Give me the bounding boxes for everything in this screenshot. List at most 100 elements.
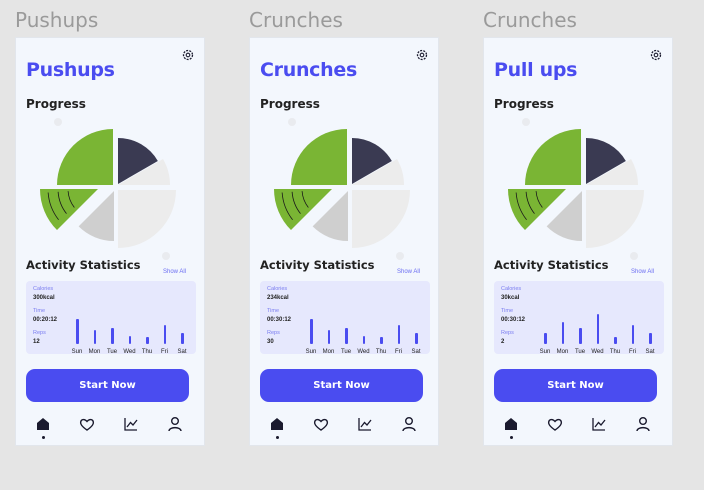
progress-heading: Progress bbox=[260, 97, 320, 111]
day-label: Tue bbox=[340, 349, 352, 355]
stats-card: Calories 300kcal Time 00:20:12 Reps 12 Sun Mon T… bbox=[26, 281, 196, 355]
calories-value: 30kcal bbox=[501, 295, 520, 301]
day-bar bbox=[146, 337, 149, 344]
day-bar bbox=[93, 330, 96, 344]
day-bar bbox=[544, 333, 547, 344]
show-all-link[interactable]: Show All bbox=[631, 269, 654, 275]
chart-nav-button[interactable] bbox=[356, 415, 374, 433]
stats-card: Calories 234kcal Time 00:30:12 Reps 30 Sun Mon T… bbox=[260, 281, 430, 355]
heart-nav-button[interactable] bbox=[312, 415, 330, 433]
calories-value: 300kcal bbox=[33, 295, 55, 301]
home-nav-button[interactable] bbox=[502, 415, 520, 433]
reps-value: 30 bbox=[267, 339, 274, 345]
day-bar bbox=[596, 314, 599, 344]
phone-screen: Pushups Progress Activity Statistics Show A… bbox=[15, 37, 205, 446]
day-label: Sat bbox=[411, 349, 421, 355]
day-bar bbox=[362, 336, 365, 344]
time-value: 00:20:12 bbox=[33, 317, 58, 323]
day-label: Fri bbox=[395, 349, 402, 355]
user-icon bbox=[634, 417, 652, 437]
activity-statistics-heading: Activity Statistics bbox=[26, 258, 141, 272]
home-icon bbox=[34, 418, 52, 437]
chart-nav-button[interactable] bbox=[122, 415, 140, 433]
start-now-button[interactable]: Start Now bbox=[26, 369, 189, 402]
heart-nav-button[interactable] bbox=[546, 415, 564, 433]
bottom-nav bbox=[16, 415, 206, 443]
time-value: 00:30:12 bbox=[501, 317, 526, 323]
progress-pie-chart bbox=[36, 113, 196, 263]
day-bar bbox=[614, 337, 617, 344]
bottom-nav bbox=[250, 415, 440, 443]
time-label: Time bbox=[267, 308, 280, 314]
chart-nav-button[interactable] bbox=[590, 415, 608, 433]
user-nav-button[interactable] bbox=[400, 415, 418, 433]
day-bar bbox=[397, 325, 400, 344]
day-label: Thu bbox=[609, 349, 621, 355]
day-label: Sat bbox=[645, 349, 655, 355]
progress-heading: Progress bbox=[494, 97, 554, 111]
time-label: Time bbox=[501, 308, 514, 314]
day-bar bbox=[111, 328, 114, 344]
heart-nav-button[interactable] bbox=[78, 415, 96, 433]
day-bar bbox=[579, 328, 582, 344]
reps-label: Reps bbox=[33, 330, 46, 336]
day-bar bbox=[163, 325, 166, 344]
heart-icon bbox=[78, 418, 96, 437]
frame-label: Crunches bbox=[483, 8, 577, 32]
day-label: Mon bbox=[556, 349, 569, 355]
time-value: 00:30:12 bbox=[267, 317, 292, 323]
day-label: Mon bbox=[322, 349, 335, 355]
home-nav-button[interactable] bbox=[34, 415, 52, 433]
phone-screen: Crunches Progress Activity Statistics Show … bbox=[249, 37, 439, 446]
day-bar bbox=[181, 333, 184, 344]
start-now-button[interactable]: Start Now bbox=[260, 369, 423, 402]
active-indicator bbox=[275, 436, 279, 439]
chart-icon bbox=[590, 418, 608, 437]
day-label: Mon bbox=[88, 349, 101, 355]
settings-icon[interactable] bbox=[649, 48, 663, 62]
page-title: Crunches bbox=[260, 59, 357, 81]
settings-icon[interactable] bbox=[415, 48, 429, 62]
day-bar bbox=[345, 328, 348, 344]
activity-statistics-heading: Activity Statistics bbox=[494, 258, 609, 272]
day-bar bbox=[310, 319, 313, 344]
reps-label: Reps bbox=[501, 330, 514, 336]
user-icon bbox=[400, 417, 418, 437]
day-label: Wed bbox=[357, 349, 370, 355]
time-label: Time bbox=[33, 308, 46, 314]
day-bar bbox=[327, 330, 330, 344]
day-label: Sat bbox=[177, 349, 187, 355]
activity-statistics-heading: Activity Statistics bbox=[260, 258, 375, 272]
home-nav-button[interactable] bbox=[268, 415, 286, 433]
settings-icon[interactable] bbox=[181, 48, 195, 62]
phone-screen: Pull ups Progress Activity Statistics Show … bbox=[483, 37, 673, 446]
day-bar bbox=[415, 333, 418, 344]
calories-label: Calories bbox=[501, 286, 522, 292]
progress-heading: Progress bbox=[26, 97, 86, 111]
home-icon bbox=[268, 418, 286, 437]
day-label: Sun bbox=[539, 349, 551, 355]
frame-label: Crunches bbox=[249, 8, 343, 32]
day-label: Tue bbox=[106, 349, 118, 355]
chart-icon bbox=[356, 418, 374, 437]
active-indicator bbox=[41, 436, 45, 439]
user-nav-button[interactable] bbox=[166, 415, 184, 433]
day-label: Sun bbox=[305, 349, 317, 355]
start-now-button[interactable]: Start Now bbox=[494, 369, 657, 402]
frame-label: Pushups bbox=[15, 8, 99, 32]
heart-icon bbox=[546, 418, 564, 437]
reps-value: 2 bbox=[501, 339, 505, 345]
bottom-nav bbox=[484, 415, 674, 443]
day-label: Wed bbox=[123, 349, 136, 355]
active-indicator bbox=[509, 436, 513, 439]
user-nav-button[interactable] bbox=[634, 415, 652, 433]
day-label: Fri bbox=[161, 349, 168, 355]
home-icon bbox=[502, 418, 520, 437]
progress-pie-chart bbox=[504, 113, 664, 263]
calories-label: Calories bbox=[267, 286, 288, 292]
show-all-link[interactable]: Show All bbox=[163, 269, 186, 275]
show-all-link[interactable]: Show All bbox=[397, 269, 420, 275]
day-label: Thu bbox=[141, 349, 153, 355]
stats-card: Calories 30kcal Time 00:30:12 Reps 2 Sun Mon Tue… bbox=[494, 281, 664, 355]
reps-label: Reps bbox=[267, 330, 280, 336]
